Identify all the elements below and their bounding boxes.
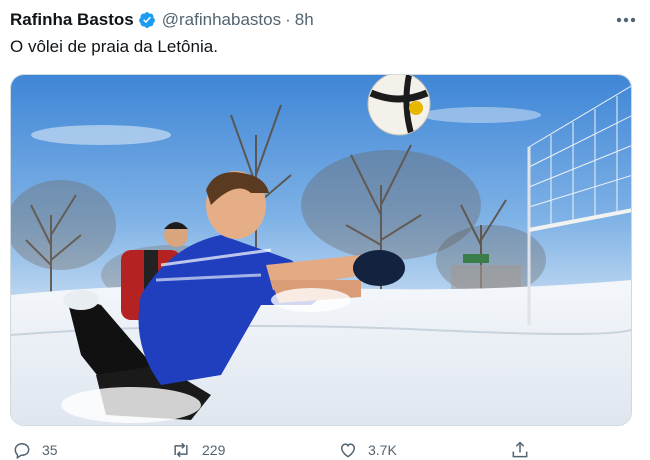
retweet-button[interactable]: 229	[170, 440, 225, 460]
tweet-photo[interactable]	[10, 74, 632, 426]
reply-button[interactable]: 35	[12, 440, 58, 460]
separator-dot: ·	[285, 10, 291, 29]
author-name[interactable]: Rafinha Bastos	[10, 10, 134, 30]
like-count: 3.7K	[368, 442, 397, 458]
reply-icon	[12, 440, 32, 460]
like-button[interactable]: 3.7K	[338, 440, 397, 460]
heart-icon	[338, 440, 358, 460]
verified-badge-icon	[138, 11, 156, 29]
retweet-icon	[170, 440, 192, 460]
tweet-text: O vôlei de praia da Letônia.	[10, 37, 218, 56]
more-options-icon[interactable]	[614, 10, 638, 30]
share-button[interactable]	[510, 440, 530, 460]
tweet-timestamp[interactable]: 8h	[295, 10, 314, 30]
author-handle[interactable]: @rafinhabastos	[162, 10, 281, 30]
reply-count: 35	[42, 442, 58, 458]
share-icon	[510, 440, 530, 460]
tweet-header: Rafinha Bastos @rafinhabastos · 8h	[10, 8, 638, 32]
tweet-actions: 35 229 3.7K	[10, 440, 632, 460]
retweet-count: 229	[202, 442, 226, 458]
